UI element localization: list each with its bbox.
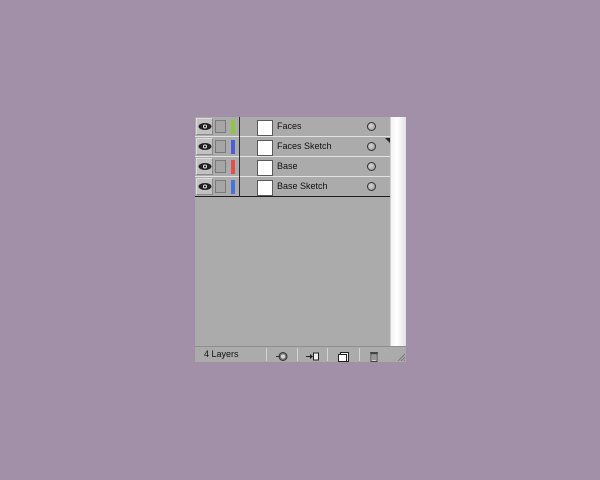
- lock-toggle[interactable]: [215, 180, 226, 193]
- target-circle-icon[interactable]: [367, 162, 376, 171]
- delete-layer-button[interactable]: [367, 349, 381, 362]
- scrollbar[interactable]: [390, 117, 406, 346]
- make-clipping-mask-button[interactable]: [275, 349, 289, 361]
- target-circle-icon[interactable]: [367, 182, 376, 191]
- make-clipping-mask-icon: [276, 352, 288, 361]
- layer-count: 4 Layers: [204, 349, 239, 359]
- lock-toggle[interactable]: [215, 160, 226, 173]
- layer-thumbnail: [257, 140, 273, 156]
- layer-row[interactable]: Faces Sketch: [195, 137, 390, 157]
- layer-name[interactable]: Faces Sketch: [277, 141, 332, 151]
- layer-color-swatch: [231, 120, 235, 134]
- layer-thumbnail: [257, 120, 273, 136]
- layer-row[interactable]: Faces: [195, 117, 390, 137]
- create-new-layer-icon: [338, 352, 349, 362]
- eye-icon: [198, 123, 212, 130]
- create-sublayer-icon: [306, 352, 319, 361]
- lock-toggle[interactable]: [215, 120, 226, 133]
- layer-color-swatch: [231, 160, 235, 174]
- footer-divider: [327, 348, 328, 361]
- layer-name[interactable]: Faces: [277, 121, 302, 131]
- visibility-toggle[interactable]: [196, 178, 213, 195]
- panel-footer: 4 Layers: [195, 346, 406, 362]
- eye-icon: [198, 183, 212, 190]
- footer-divider: [266, 348, 267, 361]
- footer-divider: [359, 348, 360, 361]
- layer-row[interactable]: Base: [195, 157, 390, 177]
- layers-panel: Faces Faces Sketch Base Base Sketch 4 La…: [195, 117, 406, 362]
- layer-row[interactable]: Base Sketch: [195, 177, 390, 197]
- footer-divider: [297, 348, 298, 361]
- layer-thumbnail: [257, 180, 273, 196]
- visibility-toggle[interactable]: [196, 158, 213, 175]
- layer-color-swatch: [231, 180, 235, 194]
- visibility-toggle[interactable]: [196, 138, 213, 155]
- layer-color-swatch: [231, 140, 235, 154]
- layer-list: Faces Faces Sketch Base Base Sketch: [195, 117, 390, 346]
- lock-toggle[interactable]: [215, 140, 226, 153]
- eye-icon: [198, 143, 212, 150]
- layer-name[interactable]: Base Sketch: [277, 181, 328, 191]
- eye-icon: [198, 163, 212, 170]
- layer-name[interactable]: Base: [277, 161, 298, 171]
- create-sublayer-button[interactable]: [305, 349, 319, 361]
- column-divider: [239, 117, 240, 197]
- resize-grip-icon[interactable]: [397, 353, 405, 361]
- delete-layer-icon: [370, 352, 378, 362]
- visibility-toggle[interactable]: [196, 118, 213, 135]
- layer-thumbnail: [257, 160, 273, 176]
- create-new-layer-button[interactable]: [337, 349, 351, 362]
- target-circle-icon[interactable]: [367, 122, 376, 131]
- target-circle-icon[interactable]: [367, 142, 376, 151]
